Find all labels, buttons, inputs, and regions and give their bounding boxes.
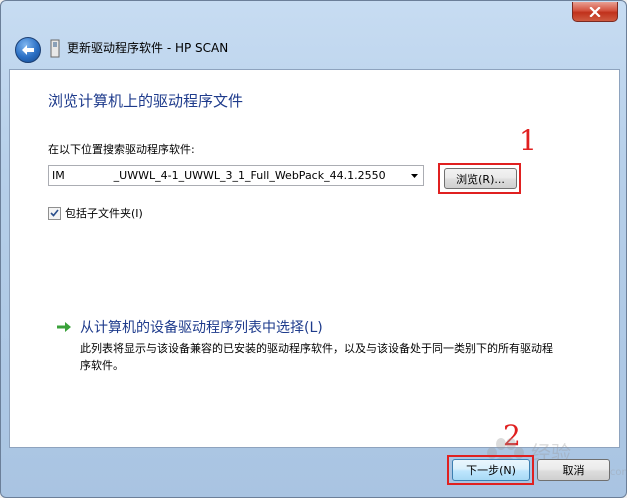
pick-from-list-label[interactable]: 从计算机的设备驱动程序列表中选择(L) (80, 317, 323, 337)
close-icon (589, 6, 601, 17)
pick-from-list-description: 此列表将显示与该设备兼容的已安装的驱动程序软件，以及与该设备处于同一类别下的所有… (80, 342, 553, 372)
pick-from-list-link[interactable]: 从计算机的设备驱动程序列表中选择(L) (56, 317, 323, 337)
dropdown-button[interactable] (406, 166, 423, 185)
include-subfolders-label: 包括子文件夹(I) (65, 207, 143, 220)
cancel-button[interactable]: 取消 (537, 459, 610, 481)
next-button[interactable]: 下一步(N) (452, 459, 530, 481)
chevron-down-icon (411, 173, 418, 178)
content-panel: 浏览计算机上的驱动程序文件 在以下位置搜索驱动程序软件: IM _UWWL_4-… (9, 69, 620, 448)
path-input[interactable]: IM _UWWL_4-1_UWWL_3_1_Full_WebPack_44.1.… (49, 169, 406, 182)
search-location-label: 在以下位置搜索驱动程序软件: (48, 143, 195, 156)
step-1-annotation: 1 (519, 124, 537, 157)
back-button[interactable] (15, 37, 41, 63)
close-button[interactable] (572, 2, 618, 22)
green-arrow-icon (57, 322, 71, 332)
page-heading: 浏览计算机上的驱动程序文件 (48, 92, 244, 110)
include-subfolders-checkbox[interactable] (48, 206, 61, 220)
include-subfolders-row[interactable]: 包括子文件夹(I) (48, 205, 143, 221)
checkmark-icon (50, 209, 59, 217)
window-title: 更新驱动程序软件 - HP SCAN (67, 41, 229, 55)
wizard-window: 更新驱动程序软件 - HP SCAN 浏览计算机上的驱动程序文件 在以下位置搜索… (0, 0, 627, 498)
device-icon (50, 39, 60, 58)
path-combobox[interactable]: IM _UWWL_4-1_UWWL_3_1_Full_WebPack_44.1.… (48, 165, 424, 186)
back-arrow-icon (22, 45, 34, 55)
browse-button[interactable]: 浏览(R)... (444, 168, 517, 189)
